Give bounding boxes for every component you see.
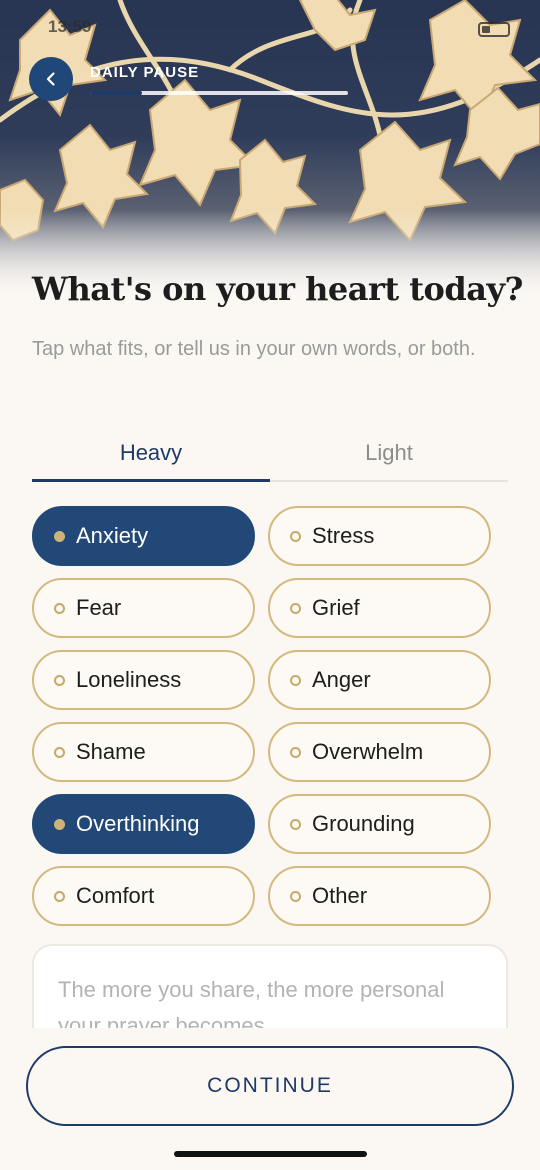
header-label: DAILY PAUSE bbox=[90, 64, 200, 81]
header-artwork bbox=[0, 0, 540, 300]
chip-overwhelm[interactable]: Overwhelm bbox=[268, 722, 491, 782]
dot-icon bbox=[54, 674, 65, 686]
chevron-left-icon bbox=[46, 72, 55, 86]
dot-icon bbox=[290, 674, 301, 686]
status-bar-time: 13:59 bbox=[48, 17, 92, 36]
tab-heavy[interactable]: Heavy bbox=[32, 430, 270, 482]
tab-light[interactable]: Light bbox=[270, 430, 508, 480]
chip-label: Fear bbox=[76, 595, 122, 620]
back-button[interactable] bbox=[29, 57, 73, 101]
feeling-chip-grid: Anxiety Stress Fear Grief Loneliness Ang… bbox=[32, 506, 491, 926]
dot-icon bbox=[54, 746, 65, 758]
chip-label: Anger bbox=[312, 667, 371, 692]
continue-button[interactable]: CONTINUE bbox=[26, 1046, 514, 1126]
chip-label: Loneliness bbox=[76, 667, 182, 692]
dot-icon bbox=[54, 530, 65, 542]
dot-icon bbox=[290, 890, 301, 902]
chip-overthinking[interactable]: Overthinking bbox=[32, 794, 255, 854]
chip-label: Grounding bbox=[312, 811, 415, 836]
chip-other[interactable]: Other bbox=[268, 866, 491, 926]
chip-stress[interactable]: Stress bbox=[268, 506, 491, 566]
dot-icon bbox=[290, 530, 301, 542]
chip-label: Comfort bbox=[76, 883, 155, 908]
chip-label: Overthinking bbox=[76, 811, 200, 836]
home-indicator bbox=[174, 1151, 367, 1157]
mood-tabs: Heavy Light bbox=[32, 430, 508, 482]
dot-icon bbox=[290, 746, 301, 758]
dot-icon bbox=[54, 818, 65, 830]
chip-shame[interactable]: Shame bbox=[32, 722, 255, 782]
page-subtitle: Tap what fits, or tell us in your own wo… bbox=[32, 338, 476, 360]
chip-label: Other bbox=[312, 883, 368, 908]
chip-fear[interactable]: Fear bbox=[32, 578, 255, 638]
chip-grounding[interactable]: Grounding bbox=[268, 794, 491, 854]
chip-anxiety[interactable]: Anxiety bbox=[32, 506, 255, 566]
progress-fill bbox=[90, 91, 142, 95]
chip-label: Overwhelm bbox=[312, 739, 424, 764]
dot-icon bbox=[54, 890, 65, 902]
chip-comfort[interactable]: Comfort bbox=[32, 866, 255, 926]
dot-icon bbox=[290, 818, 301, 830]
battery-icon bbox=[478, 22, 510, 37]
dot-icon bbox=[290, 602, 301, 614]
page-title: What's on your heart today? bbox=[32, 270, 523, 308]
progress-bar bbox=[90, 91, 348, 95]
chip-label: Grief bbox=[312, 595, 360, 620]
chip-loneliness[interactable]: Loneliness bbox=[32, 650, 255, 710]
dot-icon bbox=[54, 602, 65, 614]
chip-label: Anxiety bbox=[76, 523, 149, 548]
chip-grief[interactable]: Grief bbox=[268, 578, 491, 638]
chip-label: Shame bbox=[76, 739, 146, 764]
chip-anger[interactable]: Anger bbox=[268, 650, 491, 710]
chip-label: Stress bbox=[312, 523, 375, 548]
